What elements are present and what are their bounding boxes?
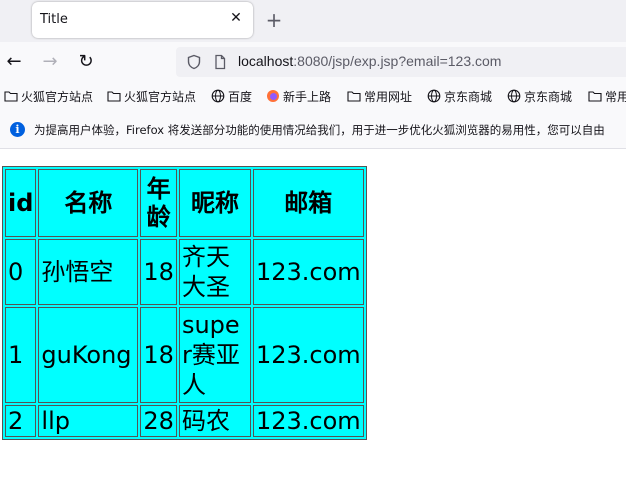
globe-icon (211, 89, 225, 103)
header-name: 名称 (38, 169, 139, 237)
cell-name: guKong (38, 307, 139, 403)
cell-email: 123.com (252, 239, 364, 305)
reload-icon[interactable]: ↻ (74, 50, 98, 74)
cell-nickname: 码农 (178, 405, 251, 437)
cell-id: 2 (5, 405, 37, 437)
notification-bar: i 为提高用户体验，Firefox 将发送部分功能的使用情况给我们，用于进一步优… (0, 112, 626, 149)
page-icon[interactable] (212, 54, 228, 70)
bookmark-item[interactable]: 百度 (211, 88, 252, 106)
cell-age: 18 (140, 307, 177, 403)
bookmark-label: 常用网址 (364, 90, 413, 104)
globe-icon (427, 89, 441, 103)
cell-age: 18 (140, 239, 177, 305)
url-bar[interactable]: localhost:8080/jsp/exp.jsp?email=123.com (176, 47, 626, 77)
bookmark-item[interactable]: 京东商城 (427, 88, 492, 106)
folder-icon (588, 91, 602, 102)
folder-icon (347, 91, 361, 102)
bookmark-item[interactable]: 常用 (588, 88, 626, 106)
bookmark-label: 京东商城 (524, 90, 573, 104)
tab-title: Title (40, 12, 68, 27)
bookmark-item[interactable]: 火狐官方站点 (107, 88, 196, 106)
url-path: :8080/jsp/exp.jsp?email=123.com (293, 53, 502, 69)
bookmarks-toolbar: 火狐官方站点 火狐官方站点 百度 新手上路 常用网址 京东商城 京东商城 常用 (0, 82, 626, 112)
cell-email: 123.com (252, 405, 364, 437)
page-content: id 名称 年龄 昵称 邮箱 0 孙悟空 18 齐天大圣 123.com 1 g… (0, 152, 626, 490)
table-row: 2 llp 28 码农 123.com (5, 405, 364, 437)
info-icon: i (10, 122, 25, 137)
bookmark-label: 京东商城 (444, 90, 493, 104)
header-id: id (5, 169, 37, 237)
url-text[interactable]: localhost:8080/jsp/exp.jsp?email=123.com (238, 53, 501, 69)
cell-name: llp (38, 405, 139, 437)
cell-email: 123.com (252, 307, 364, 403)
shield-icon[interactable] (186, 54, 202, 70)
cell-id: 0 (5, 239, 37, 305)
cell-name: 孙悟空 (38, 239, 139, 305)
bookmark-label: 常用 (605, 90, 626, 104)
cell-nickname: super赛亚人 (178, 307, 251, 403)
cell-age: 28 (140, 405, 177, 437)
back-icon[interactable]: ← (2, 50, 26, 74)
bookmark-item[interactable]: 京东商城 (507, 88, 572, 106)
globe-icon (507, 89, 521, 103)
user-table: id 名称 年龄 昵称 邮箱 0 孙悟空 18 齐天大圣 123.com 1 g… (2, 166, 367, 440)
table-header-row: id 名称 年龄 昵称 邮箱 (5, 169, 364, 237)
folder-icon (4, 91, 18, 102)
table-row: 1 guKong 18 super赛亚人 123.com (5, 307, 364, 403)
new-tab-button[interactable]: + (262, 8, 286, 32)
folder-icon (107, 91, 121, 102)
bookmark-item[interactable]: 火狐官方站点 (4, 88, 93, 106)
forward-icon[interactable]: → (38, 50, 62, 74)
bookmark-label: 新手上路 (283, 90, 332, 104)
notification-text: 为提高用户体验，Firefox 将发送部分功能的使用情况给我们，用于进一步优化火… (34, 123, 605, 137)
navigation-toolbar: ← → ↻ localhost:8080/jsp/exp.jsp?email=1… (0, 42, 626, 82)
tab-strip: Title ✕ + (0, 0, 626, 42)
header-age: 年龄 (140, 169, 177, 237)
bookmark-label: 火狐官方站点 (124, 90, 197, 104)
header-nickname: 昵称 (178, 169, 251, 237)
bookmark-label: 火狐官方站点 (21, 90, 94, 104)
header-email: 邮箱 (252, 169, 364, 237)
firefox-icon (267, 90, 279, 102)
cell-id: 1 (5, 307, 37, 403)
close-icon[interactable]: ✕ (227, 9, 245, 27)
table-row: 0 孙悟空 18 齐天大圣 123.com (5, 239, 364, 305)
bookmark-label: 百度 (228, 90, 253, 104)
bookmark-item[interactable]: 新手上路 (266, 88, 331, 106)
url-host: localhost (238, 53, 294, 69)
bookmark-item[interactable]: 常用网址 (347, 88, 412, 106)
tab-active[interactable]: Title ✕ (32, 2, 253, 38)
cell-nickname: 齐天大圣 (178, 239, 251, 305)
